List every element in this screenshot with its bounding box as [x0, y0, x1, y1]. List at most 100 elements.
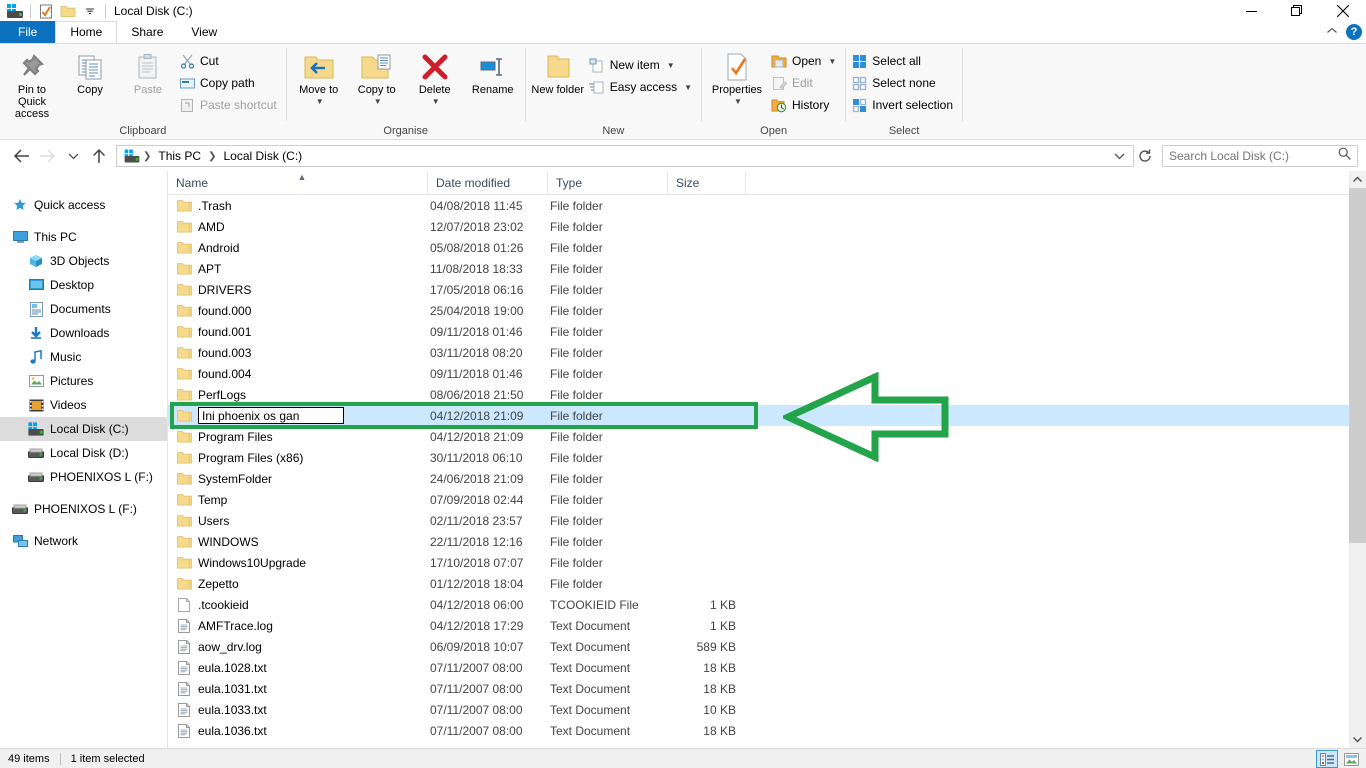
paste-shortcut-button[interactable]: Paste shortcut	[177, 94, 283, 116]
sidebar-item-videos[interactable]: Videos	[0, 393, 167, 417]
up-arrow-icon[interactable]	[86, 143, 112, 169]
close-icon[interactable]	[1320, 0, 1366, 22]
table-row[interactable]: PerfLogs 08/06/2018 21:50 File folder	[168, 384, 1366, 405]
new-item-button[interactable]: New item ▼	[587, 54, 698, 76]
address-dropdown-icon[interactable]	[1109, 152, 1129, 161]
customize-dropdown-icon[interactable]	[79, 1, 101, 21]
breadcrumb-separator-1[interactable]: ❯	[142, 151, 152, 162]
move-to-button[interactable]: Move to ▼	[290, 48, 348, 110]
sidebar-item-local-disk-d[interactable]: Local Disk (D:)	[0, 441, 167, 465]
scrollbar-thumb[interactable]	[1349, 188, 1366, 543]
scroll-up-button[interactable]	[1349, 171, 1366, 188]
sidebar-item-phoenixos-f-1[interactable]: PHOENIXOS L (F:)	[0, 465, 167, 489]
table-row[interactable]: Android 05/08/2018 01:26 File folder	[168, 237, 1366, 258]
table-row[interactable]: Ini phoenix os gan 04/12/2018 21:09 File f…	[168, 405, 1366, 426]
tab-view[interactable]: View	[177, 21, 231, 43]
breadcrumb[interactable]: ❯ This PC ❯ Local Disk (C:)	[116, 145, 1134, 167]
table-row[interactable]: Temp 07/09/2018 02:44 File folder	[168, 489, 1366, 510]
column-header-date[interactable]: Date modified	[428, 170, 548, 195]
restore-icon[interactable]	[1274, 0, 1320, 22]
details-view-icon[interactable]	[1316, 750, 1338, 768]
drive-icon[interactable]	[4, 1, 26, 21]
history-button[interactable]: History	[769, 94, 842, 116]
recent-locations-icon[interactable]	[60, 143, 86, 169]
column-header-type[interactable]: Type	[548, 170, 668, 195]
select-all-button[interactable]: Select all	[849, 50, 959, 72]
table-row[interactable]: APT 11/08/2018 18:33 File folder	[168, 258, 1366, 279]
table-row[interactable]: found.004 09/11/2018 01:46 File folder	[168, 363, 1366, 384]
tab-file[interactable]: File	[0, 21, 56, 43]
chevron-down-icon-3[interactable]: ▼	[432, 96, 440, 108]
delete-button[interactable]: Delete ▼	[406, 48, 464, 110]
chevron-down-icon-4[interactable]: ▼	[667, 61, 675, 70]
table-row[interactable]: AMD 12/07/2018 23:02 File folder	[168, 216, 1366, 237]
rename-input[interactable]: Ini phoenix os gan	[198, 407, 344, 424]
paste-button[interactable]: Paste	[119, 48, 177, 98]
search-icon[interactable]	[1338, 147, 1351, 165]
select-none-button[interactable]: Select none	[849, 72, 959, 94]
table-row[interactable]: found.003 03/11/2018 08:20 File folder	[168, 342, 1366, 363]
navigation-pane[interactable]: Quick access This PC 3D Objects Desktop …	[0, 171, 168, 748]
table-row[interactable]: eula.1033.txt 07/11/2007 08:00 Text Docume…	[168, 699, 1366, 720]
sidebar-item-local-disk-c[interactable]: Local Disk (C:)	[0, 417, 167, 441]
table-row[interactable]: Zepetto 01/12/2018 18:04 File folder	[168, 573, 1366, 594]
search-box[interactable]	[1162, 145, 1358, 167]
copy-button[interactable]: Copy	[61, 48, 119, 98]
large-icons-view-icon[interactable]	[1340, 750, 1362, 768]
table-row[interactable]: aow_drv.log 06/09/2018 10:07 Text Document…	[168, 636, 1366, 657]
column-header-size[interactable]: Size	[668, 170, 746, 195]
sidebar-item-pictures[interactable]: Pictures	[0, 369, 167, 393]
scroll-down-button[interactable]	[1349, 731, 1366, 748]
table-row[interactable]: found.000 25/04/2018 19:00 File folder	[168, 300, 1366, 321]
sidebar-item-downloads[interactable]: Downloads	[0, 321, 167, 345]
breadcrumb-separator-2[interactable]: ❯	[207, 151, 217, 162]
invert-selection-button[interactable]: Invert selection	[849, 94, 959, 116]
breadcrumb-this-pc[interactable]: This PC	[154, 146, 205, 166]
breadcrumb-local-disk-c[interactable]: Local Disk (C:)	[219, 146, 306, 166]
table-row[interactable]: Windows10Upgrade 17/10/2018 07:07 File fol…	[168, 552, 1366, 573]
minimize-icon[interactable]	[1228, 0, 1274, 22]
sidebar-item-this-pc[interactable]: This PC	[0, 225, 167, 249]
help-icon[interactable]: ?	[1346, 24, 1362, 40]
sidebar-item-documents[interactable]: Documents	[0, 297, 167, 321]
file-rows[interactable]: .Trash 04/08/2018 11:45 File folder AMD 12/0…	[168, 195, 1366, 748]
properties-icon[interactable]	[35, 1, 57, 21]
forward-arrow-icon[interactable]	[34, 143, 60, 169]
table-row[interactable]: found.001 09/11/2018 01:46 File folder	[168, 321, 1366, 342]
chevron-down-icon-7[interactable]: ▼	[828, 57, 836, 66]
table-row[interactable]: .Trash 04/08/2018 11:45 File folder	[168, 195, 1366, 216]
sidebar-item-3d-objects[interactable]: 3D Objects	[0, 249, 167, 273]
tab-home[interactable]: Home	[55, 21, 118, 43]
table-row[interactable]: Program Files 04/12/2018 21:09 File folder	[168, 426, 1366, 447]
table-row[interactable]: Users 02/11/2018 23:57 File folder	[168, 510, 1366, 531]
back-arrow-icon[interactable]	[8, 143, 34, 169]
properties-button[interactable]: Properties ▼	[705, 48, 769, 110]
open-button[interactable]: Open ▼	[769, 50, 842, 72]
chevron-down-icon-6[interactable]: ▼	[734, 96, 742, 108]
edit-button[interactable]: Edit	[769, 72, 842, 94]
chevron-down-icon-2[interactable]: ▼	[374, 96, 382, 108]
chevron-down-icon[interactable]: ▼	[316, 96, 324, 108]
table-row[interactable]: eula.1036.txt 07/11/2007 08:00 Text Docume…	[168, 720, 1366, 741]
sidebar-item-network[interactable]: Network	[0, 529, 167, 553]
tab-share[interactable]: Share	[117, 21, 177, 43]
table-row[interactable]: WINDOWS 22/11/2018 12:16 File folder	[168, 531, 1366, 552]
sidebar-item-quick-access[interactable]: Quick access	[0, 193, 167, 217]
copy-path-button[interactable]: Copy path	[177, 72, 283, 94]
table-row[interactable]: DRIVERS 17/05/2018 06:16 File folder	[168, 279, 1366, 300]
table-row[interactable]: eula.1031.txt 07/11/2007 08:00 Text Docume…	[168, 678, 1366, 699]
pin-to-quick-access-button[interactable]: Pin to Quick access	[3, 48, 61, 122]
table-row[interactable]: SystemFolder 24/06/2018 21:09 File folder	[168, 468, 1366, 489]
table-row[interactable]: Program Files (x86) 30/11/2018 06:10 File …	[168, 447, 1366, 468]
sidebar-item-phoenixos-f-2[interactable]: PHOENIXOS L (F:)	[0, 497, 167, 521]
sidebar-item-music[interactable]: Music	[0, 345, 167, 369]
column-header-name[interactable]: Name ▲	[168, 170, 428, 195]
refresh-icon[interactable]	[1134, 145, 1156, 167]
table-row[interactable]: eula.1028.txt 07/11/2007 08:00 Text Docume…	[168, 657, 1366, 678]
rename-button[interactable]: Rename	[464, 48, 522, 98]
chevron-up-icon[interactable]	[1326, 23, 1338, 41]
new-folder-button[interactable]: New folder	[529, 48, 587, 98]
sidebar-item-desktop[interactable]: Desktop	[0, 273, 167, 297]
easy-access-button[interactable]: Easy access ▼	[587, 76, 698, 98]
table-row[interactable]: AMFTrace.log 04/12/2018 17:29 Text Documen…	[168, 615, 1366, 636]
